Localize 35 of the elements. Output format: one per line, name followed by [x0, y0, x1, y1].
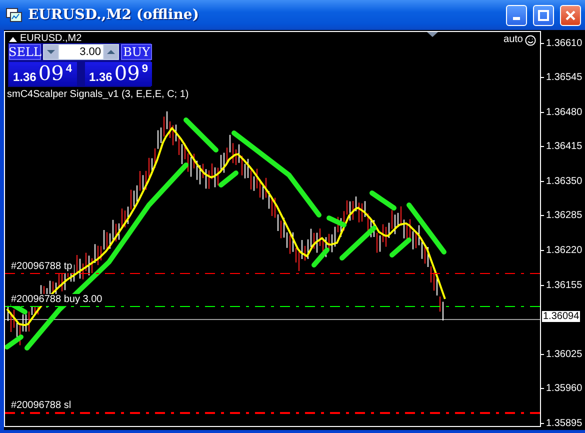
price-tick-label: 1.36545: [546, 72, 582, 84]
minimize-icon: [513, 16, 520, 20]
order-line[interactable]: [5, 306, 540, 307]
order-label: #20096788 tp: [11, 261, 74, 273]
down-arrow-icon[interactable]: [47, 50, 55, 54]
buy-button[interactable]: BUY: [121, 44, 152, 60]
maximize-button[interactable]: [533, 4, 554, 26]
maximize-icon: [538, 10, 549, 20]
current-price-label: 1.36094: [542, 311, 580, 322]
price-tick-label: 1.36480: [546, 106, 582, 118]
close-icon: [565, 10, 576, 20]
price-tick-label: 1.36155: [546, 280, 582, 291]
chart-window-icon: [6, 8, 22, 22]
price-tick-label: 1.36415: [546, 141, 582, 152]
close-button[interactable]: [560, 4, 581, 26]
smiley-icon: [525, 34, 536, 46]
minimize-button[interactable]: [506, 4, 527, 26]
price-tick-label: 1.36350: [546, 176, 582, 187]
sell-price-box[interactable]: 1.36 09$^{4}$: [9, 62, 77, 86]
price-tick-label: 1.35895: [546, 418, 582, 430]
order-label: #20096788 buy 3.00: [11, 294, 104, 306]
price-tick-label: 1.35960: [546, 383, 582, 394]
price-tick-label: 1.36025: [546, 348, 582, 360]
window-title: EURUSD.,M2 (offline): [28, 7, 200, 23]
buy-price-box[interactable]: 1.36 09$^{9}$: [85, 62, 152, 86]
volume-spinner[interactable]: 3.00: [43, 44, 119, 60]
price-tick-label: 1.36610: [546, 38, 582, 48]
shift-marker-icon[interactable]: [427, 32, 438, 37]
indicator-label: smC4Scalper Signals_v1 (3, E,E,E, C; 1): [7, 89, 189, 101]
symbol-label: EURUSD.,M2: [20, 33, 82, 45]
price-tick-label: 1.36285: [546, 210, 582, 222]
price-tick-label: 1.36220: [546, 245, 582, 256]
up-arrow-icon[interactable]: [107, 50, 115, 54]
sell-button[interactable]: SELL: [9, 44, 41, 60]
auto-label: auto: [504, 34, 523, 46]
